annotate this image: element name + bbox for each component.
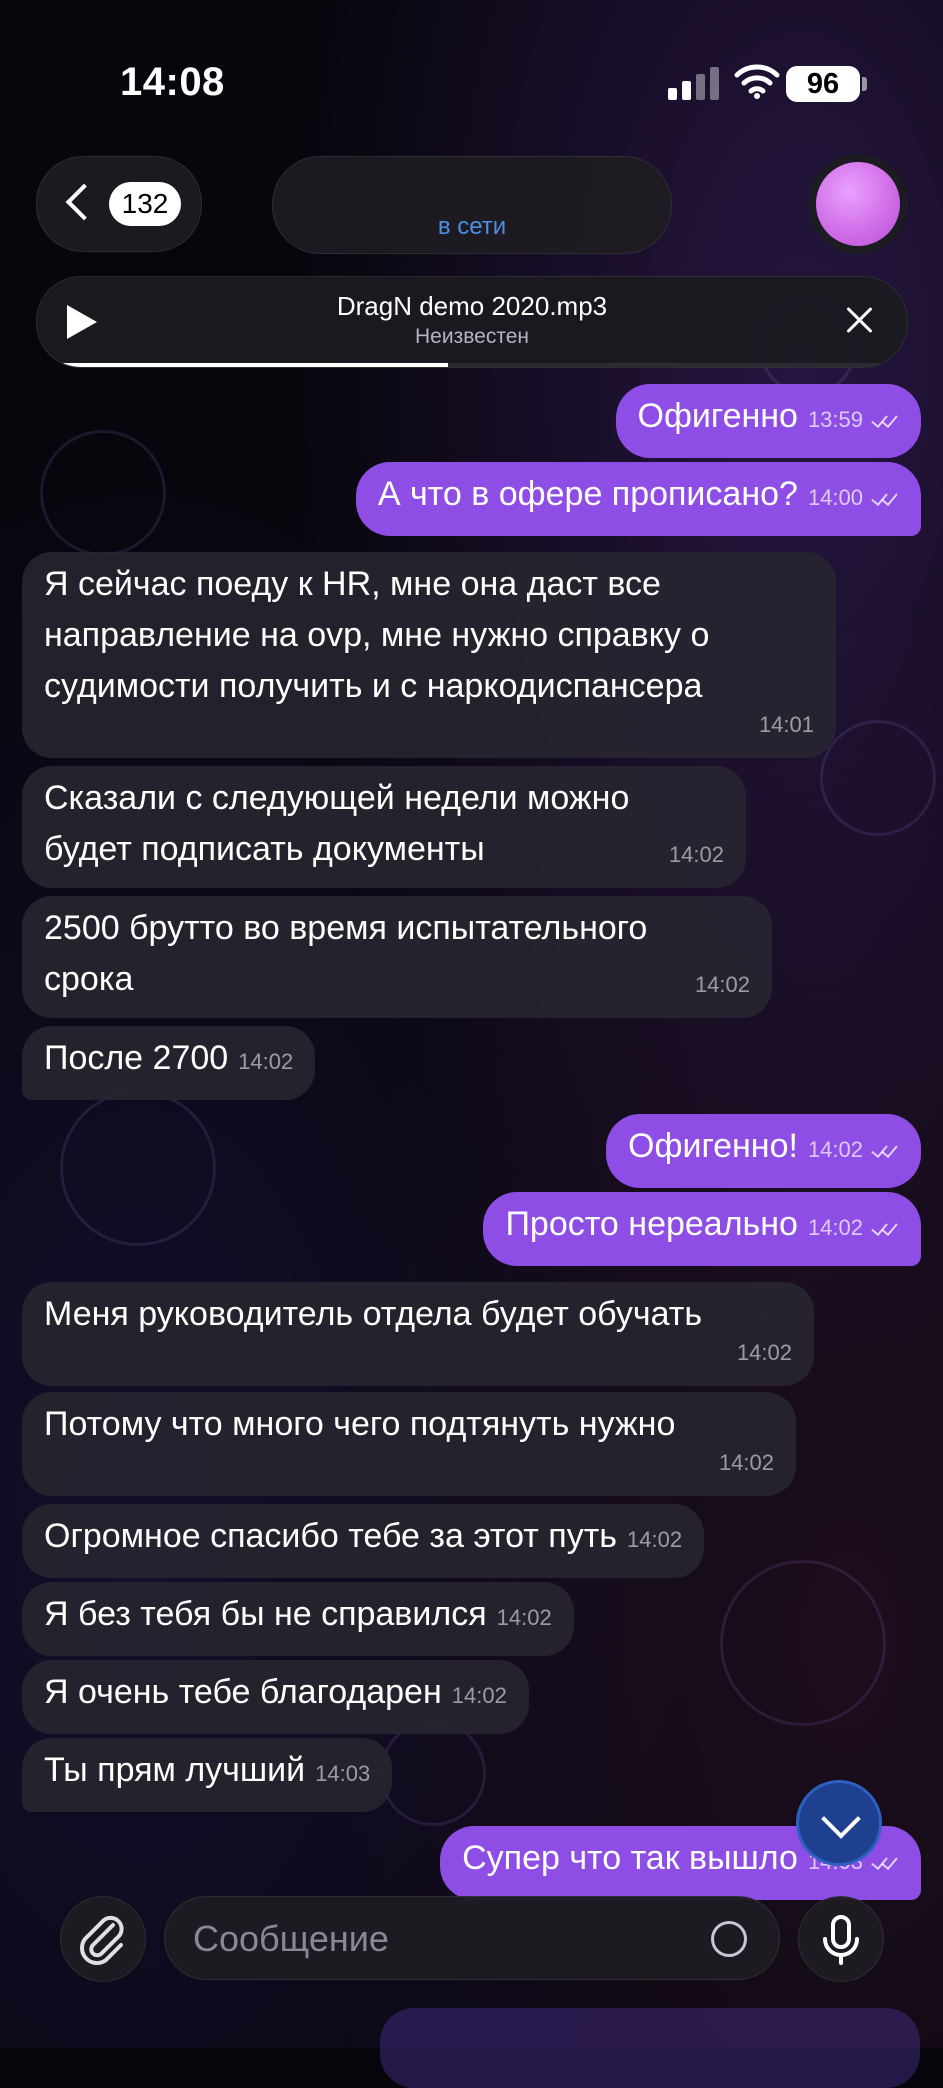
outgoing-message[interactable]: Офигенно 13:59 (615, 384, 921, 458)
message-text: Потому что много чего подтянуть нужно (44, 1405, 676, 1443)
message-time: 14:02 (807, 1137, 863, 1162)
incoming-message[interactable]: Огромное спасибо тебе за этот путь 14:02 (22, 1504, 705, 1578)
scroll-down-button[interactable] (796, 1780, 882, 1866)
incoming-message[interactable]: Потому что много чего подтянуть нужно 14:… (22, 1392, 796, 1496)
message-time: 14:00 (807, 485, 863, 510)
wifi-icon (734, 64, 780, 99)
message-text: Офигенно! (628, 1127, 798, 1165)
outgoing-message[interactable]: Просто нереально 14:02 (483, 1192, 921, 1266)
status-time: 14:08 (120, 60, 225, 104)
audio-player[interactable]: DragN demo 2020.mp3 Неизвестен (36, 276, 908, 368)
chevron-down-icon (821, 1799, 861, 1839)
message-text: Огромное спасибо тебе за этот путь (44, 1517, 618, 1555)
incoming-message[interactable]: Я очень тебе благодарен 14:02 (22, 1660, 529, 1734)
chevron-left-icon (65, 183, 103, 221)
double-check-icon (869, 1854, 899, 1870)
incoming-message[interactable]: Ты прям лучший 14:03 (22, 1738, 393, 1812)
microphone-icon (823, 1915, 859, 1965)
message-text: Просто нереально (505, 1205, 798, 1243)
incoming-message[interactable]: Я без тебя бы не справился 14:02 (22, 1582, 574, 1656)
double-check-icon (869, 412, 899, 428)
message-time: 14:01 (758, 712, 814, 737)
battery-indicator: 96 (786, 66, 860, 102)
back-button[interactable]: 132 (36, 156, 202, 252)
message-time: 14:02 (718, 1450, 774, 1475)
message-time: 13:59 (807, 407, 863, 432)
attach-button[interactable] (60, 1896, 146, 1982)
message-text: Я сейчас поеду к HR, мне она даст все на… (44, 565, 710, 705)
message-text: Ты прям лучший (44, 1751, 306, 1789)
message-text: Меня руководитель отдела будет обучать (44, 1295, 703, 1333)
message-input-field[interactable] (164, 1896, 780, 1981)
online-status: в сети (437, 213, 507, 240)
message-text: А что в офере прописано? (377, 475, 798, 513)
unread-count-badge: 132 (109, 182, 181, 226)
chat-title[interactable]: в сети (272, 156, 672, 254)
message-time: 14:02 (694, 972, 750, 997)
wallpaper-doodle (40, 430, 166, 556)
message-text: 2500 брутто во время испытательного срок… (44, 909, 648, 998)
message-text: Я без тебя бы не справился (44, 1595, 487, 1633)
message-time: 14:02 (736, 1340, 792, 1365)
track-title: DragN demo 2020.mp3 (336, 291, 608, 321)
wallpaper-doodle (720, 1560, 886, 1726)
partial-message (380, 2008, 920, 2088)
message-time: 14:02 (496, 1605, 552, 1630)
message-input[interactable] (191, 1897, 665, 1981)
message-text: После 2700 (44, 1039, 229, 1077)
playback-progress-fill (63, 363, 449, 367)
double-check-icon (869, 490, 899, 506)
message-text: Сказали с следующей недели можно будет п… (44, 779, 630, 868)
message-text: Я очень тебе благодарен (44, 1673, 442, 1711)
wallpaper-doodle (820, 720, 936, 836)
avatar-button[interactable] (808, 154, 908, 254)
message-time: 14:02 (627, 1527, 683, 1552)
outgoing-message[interactable]: А что в офере прописано? 14:00 (355, 462, 921, 536)
incoming-message[interactable]: Сказали с следующей недели можно будет п… (22, 766, 746, 888)
sticker-icon[interactable] (711, 1921, 747, 1957)
message-time: 14:03 (315, 1761, 371, 1786)
incoming-message[interactable]: Меня руководитель отдела будет обучать 14… (22, 1282, 814, 1386)
track-artist: Неизвестен (415, 325, 529, 348)
message-text: Супер что так вышло (462, 1839, 798, 1877)
cellular-signal-icon (668, 66, 720, 100)
paperclip-icon (80, 1915, 124, 1965)
message-time: 14:02 (668, 842, 724, 867)
battery-tip (862, 77, 867, 91)
message-time: 14:02 (451, 1683, 507, 1708)
close-icon[interactable] (845, 305, 875, 335)
message-time: 14:02 (807, 1215, 863, 1240)
wallpaper-doodle (380, 1720, 486, 1826)
wallpaper-doodle (60, 1090, 216, 1246)
incoming-message[interactable]: 2500 брутто во время испытательного срок… (22, 896, 772, 1018)
incoming-message[interactable]: После 2700 14:02 (22, 1026, 316, 1100)
message-time: 14:02 (238, 1049, 294, 1074)
message-text: Офигенно (637, 397, 798, 435)
playback-progress[interactable] (63, 363, 883, 367)
incoming-message[interactable]: Я сейчас поеду к HR, мне она даст все на… (22, 552, 836, 758)
outgoing-message[interactable]: Офигенно! 14:02 (606, 1114, 921, 1188)
double-check-icon (869, 1220, 899, 1236)
double-check-icon (869, 1142, 899, 1158)
avatar (816, 162, 900, 246)
voice-record-button[interactable] (798, 1896, 884, 1982)
